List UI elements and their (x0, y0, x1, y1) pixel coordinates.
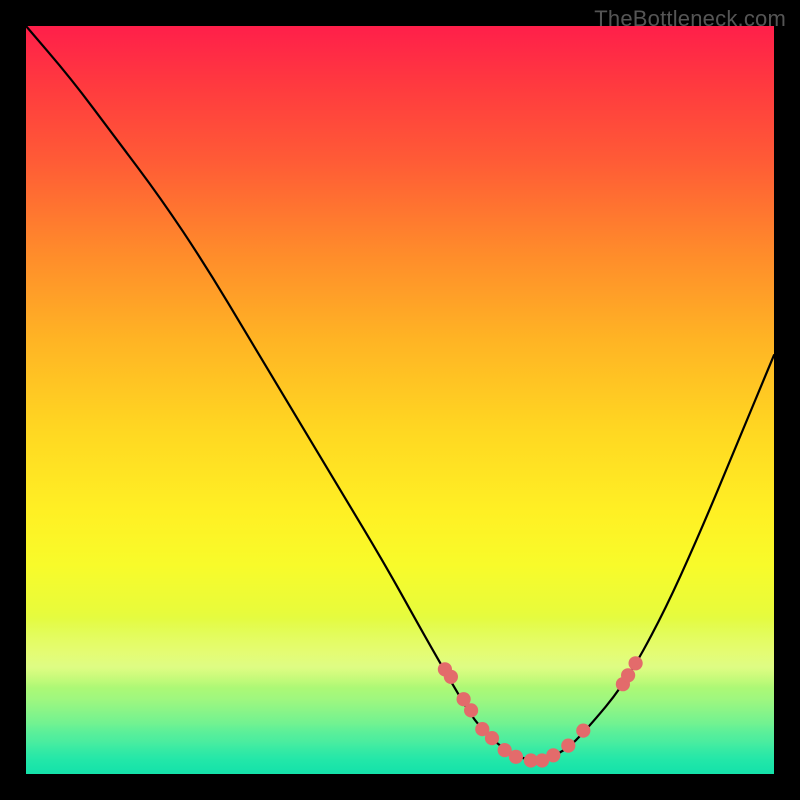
sample-dot (546, 748, 560, 762)
chart-frame: TheBottleneck.com (0, 0, 800, 800)
sample-dot (576, 724, 590, 738)
sample-dot (509, 750, 523, 764)
sample-dot (629, 656, 643, 670)
sample-dots-group (438, 656, 643, 767)
chart-svg (26, 26, 774, 774)
sample-dot (621, 668, 635, 682)
sample-dot (464, 703, 478, 717)
watermark-text: TheBottleneck.com (594, 6, 786, 32)
chart-background-gradient (26, 26, 774, 774)
bottleneck-curve (26, 26, 774, 759)
sample-dot (561, 739, 575, 753)
sample-dot (444, 670, 458, 684)
sample-dot (485, 731, 499, 745)
